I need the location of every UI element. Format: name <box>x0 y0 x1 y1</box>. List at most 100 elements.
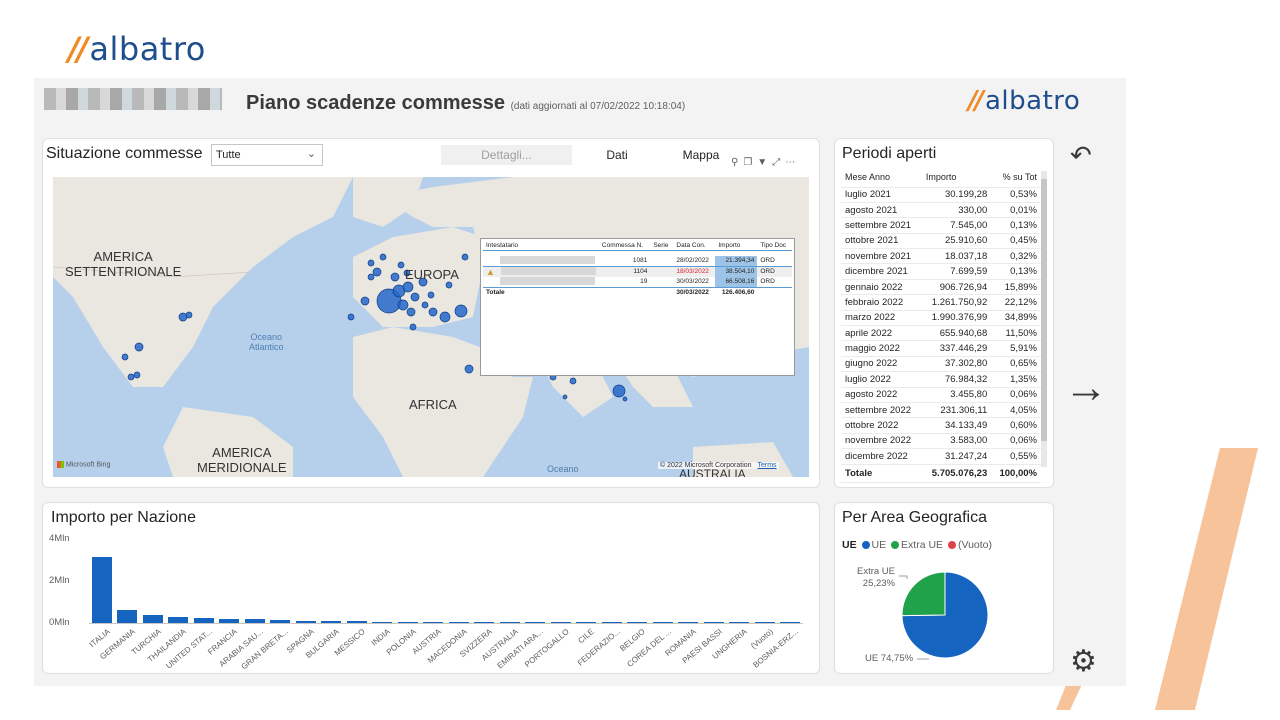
periodi-header-importo[interactable]: Importo <box>921 167 992 188</box>
bar-15[interactable] <box>474 622 495 623</box>
legend-item-extra-ue[interactable]: Extra UE <box>889 539 943 551</box>
scrollbar-thumb[interactable] <box>1041 179 1047 441</box>
pin-icon[interactable]: ⚲ <box>731 157 743 168</box>
bar-5[interactable] <box>219 618 240 623</box>
periodi-row[interactable]: agosto 2021 330,00 0,01% <box>841 202 1041 219</box>
visual-header-icons: ⚲❐▼⤢⋯ <box>731 157 815 169</box>
bar-27[interactable] <box>780 622 801 623</box>
tooltip-header-commessa: Commessa N. <box>601 242 644 249</box>
back-icon[interactable]: ↶ <box>1070 140 1092 171</box>
periodi-row[interactable]: ottobre 2021 25.910,60 0,45% <box>841 233 1041 250</box>
tab-details[interactable]: Dettagli... <box>441 145 572 165</box>
legend-item-ue[interactable]: UE <box>860 539 886 551</box>
next-page-arrow-icon[interactable]: → <box>1064 366 1108 410</box>
status-filter-dropdown[interactable]: Tutte ⌄ <box>211 144 323 166</box>
report-canvas: Piano scadenze commesse (dati aggiornati… <box>34 78 1126 686</box>
map-label-north-america: AMERICA SETTENTRIONALE <box>65 249 182 279</box>
periodi-table[interactable]: Mese Anno Importo % su Tot luglio 2021 30… <box>841 167 1041 483</box>
bar-22[interactable] <box>652 622 673 623</box>
periodi-row[interactable]: maggio 2022 337.446,29 5,91% <box>841 340 1041 357</box>
map-tooltip: Intestatario Commessa N. Serie Data Con.… <box>480 238 795 376</box>
bar-2[interactable] <box>142 614 163 623</box>
bar-18[interactable] <box>550 622 571 623</box>
bar-6[interactable] <box>244 619 265 623</box>
periodi-row[interactable]: febbraio 2022 1.261.750,92 22,12% <box>841 294 1041 311</box>
bar-23[interactable] <box>678 622 699 623</box>
periodi-row[interactable]: marzo 2022 1.990.376,99 34,89% <box>841 310 1041 327</box>
bar-1[interactable] <box>117 609 138 623</box>
blurred-name <box>500 266 596 275</box>
copy-icon[interactable]: ❐ <box>743 157 757 168</box>
tab-data[interactable]: Dati <box>591 148 643 162</box>
periodi-header-pct[interactable]: % su Tot <box>991 167 1041 188</box>
bar-26[interactable] <box>754 622 775 623</box>
periodi-row[interactable]: luglio 2022 76.984,32 1,35% <box>841 371 1041 388</box>
bar-14[interactable] <box>448 621 469 623</box>
periodi-row[interactable]: agosto 2022 3.455,80 0,06% <box>841 387 1041 403</box>
bar-3[interactable] <box>168 616 189 623</box>
periodi-row[interactable]: novembre 2021 18.037,18 0,32% <box>841 248 1041 265</box>
importo-nazione-card: Importo per Nazione 0Mln 2Mln 4Mln ITALIA GE… <box>42 502 820 674</box>
periodi-row[interactable]: ottobre 2022 34.133,49 0,60% <box>841 417 1041 434</box>
pie-label-extra-ue: Extra UE 25,23% <box>857 566 896 589</box>
bar-0[interactable] <box>91 556 112 623</box>
bar-8[interactable] <box>295 620 316 623</box>
periodi-total-row: Totale 5.705.076,23 100,00% <box>841 464 1041 483</box>
periodi-aperti-title: Periodi aperti <box>842 145 937 162</box>
tooltip-row: 19 30/03/2022 66.508,16 ORD <box>483 276 792 287</box>
y-tick-label: 0Mln <box>49 617 70 628</box>
periodi-row[interactable]: aprile 2022 655.940,68 11,50% <box>841 325 1041 342</box>
tooltip-row: 1081 28/02/2022 21.394,34 ORD <box>483 255 792 266</box>
terms-link[interactable]: Terms <box>758 462 777 469</box>
brand-logo-top: //albatro <box>68 30 206 68</box>
bar-7[interactable] <box>270 620 291 623</box>
bar-12[interactable] <box>397 621 418 623</box>
bar-chart[interactable]: 0Mln 2Mln 4Mln ITALIA GERMANIA TURCHIA THAILAN… <box>43 533 821 673</box>
map-label-atlantic: Oceano Atlantico <box>249 332 284 352</box>
map-copyright: © 2022 Microsoft Corporation Terms <box>658 462 779 469</box>
bar-19[interactable] <box>576 622 597 623</box>
bar-11[interactable] <box>372 621 393 623</box>
settings-gear-icon[interactable]: ⚙ <box>1070 644 1097 679</box>
bar-17[interactable] <box>525 622 546 623</box>
periodi-row[interactable]: giugno 2022 37.302,80 0,65% <box>841 356 1041 373</box>
periodi-header-row: Mese Anno Importo % su Tot <box>841 167 1041 188</box>
periodi-row[interactable]: novembre 2022 3.583,00 0,06% <box>841 433 1041 450</box>
periodi-header-mese[interactable]: Mese Anno <box>841 167 922 188</box>
bar-13[interactable] <box>423 621 444 623</box>
bar-9[interactable] <box>321 621 342 623</box>
periodi-row[interactable]: dicembre 2022 31.247,24 0,55% <box>841 448 1041 465</box>
periodi-row[interactable]: dicembre 2021 7.699,59 0,13% <box>841 263 1041 280</box>
bar-16[interactable] <box>499 622 520 623</box>
world-map[interactable]: AMERICA SETTENTRIONALE EUROPA Oceano Atl… <box>53 177 809 477</box>
tooltip-header-tipo: Tipo Doc <box>760 242 787 249</box>
filter-icon[interactable]: ▼ <box>757 157 772 168</box>
importo-nazione-title: Importo per Nazione <box>51 509 196 526</box>
periodi-row[interactable]: gennaio 2022 906.726,94 15,89% <box>841 279 1041 296</box>
map-label-europe: EUROPA <box>405 267 459 282</box>
bar-4[interactable] <box>193 617 214 623</box>
data-updated-timestamp: (dati aggiornati al 07/02/2022 10:18:04) <box>510 101 686 112</box>
legend-item-vuoto[interactable]: (Vuoto) <box>946 539 992 551</box>
bar-20[interactable] <box>601 622 622 623</box>
periodi-row[interactable]: settembre 2021 7.545,00 0,13% <box>841 217 1041 234</box>
tab-map[interactable]: Mappa <box>675 148 727 162</box>
periodi-row[interactable]: settembre 2022 231.306,11 4,05% <box>841 402 1041 419</box>
bar-24[interactable] <box>703 622 724 623</box>
bar-21[interactable] <box>627 622 648 623</box>
tooltip-total-row: Totale 30/03/2022 126.406,60 <box>486 288 755 296</box>
periodi-row[interactable]: luglio 2021 30.199,28 0,53% <box>841 187 1041 203</box>
pie-leader-line <box>899 575 908 579</box>
blurred-name <box>500 255 595 264</box>
pie-slice-1[interactable] <box>901 571 946 617</box>
tooltip-header-intestatario: Intestatario <box>486 242 519 249</box>
tooltip-header-serie: Serie <box>653 242 669 249</box>
periodi-scrollbar[interactable] <box>1041 171 1047 467</box>
periodi-aperti-card: Periodi aperti Mese Anno Importo % su To… <box>834 138 1054 488</box>
x-axis-baseline <box>89 623 803 624</box>
focus-mode-icon[interactable]: ⤢ <box>772 157 785 168</box>
warning-icon: ▲ <box>486 266 495 277</box>
bar-25[interactable] <box>729 622 750 623</box>
bar-10[interactable] <box>346 621 367 623</box>
more-options-icon[interactable]: ⋯ <box>785 157 800 168</box>
